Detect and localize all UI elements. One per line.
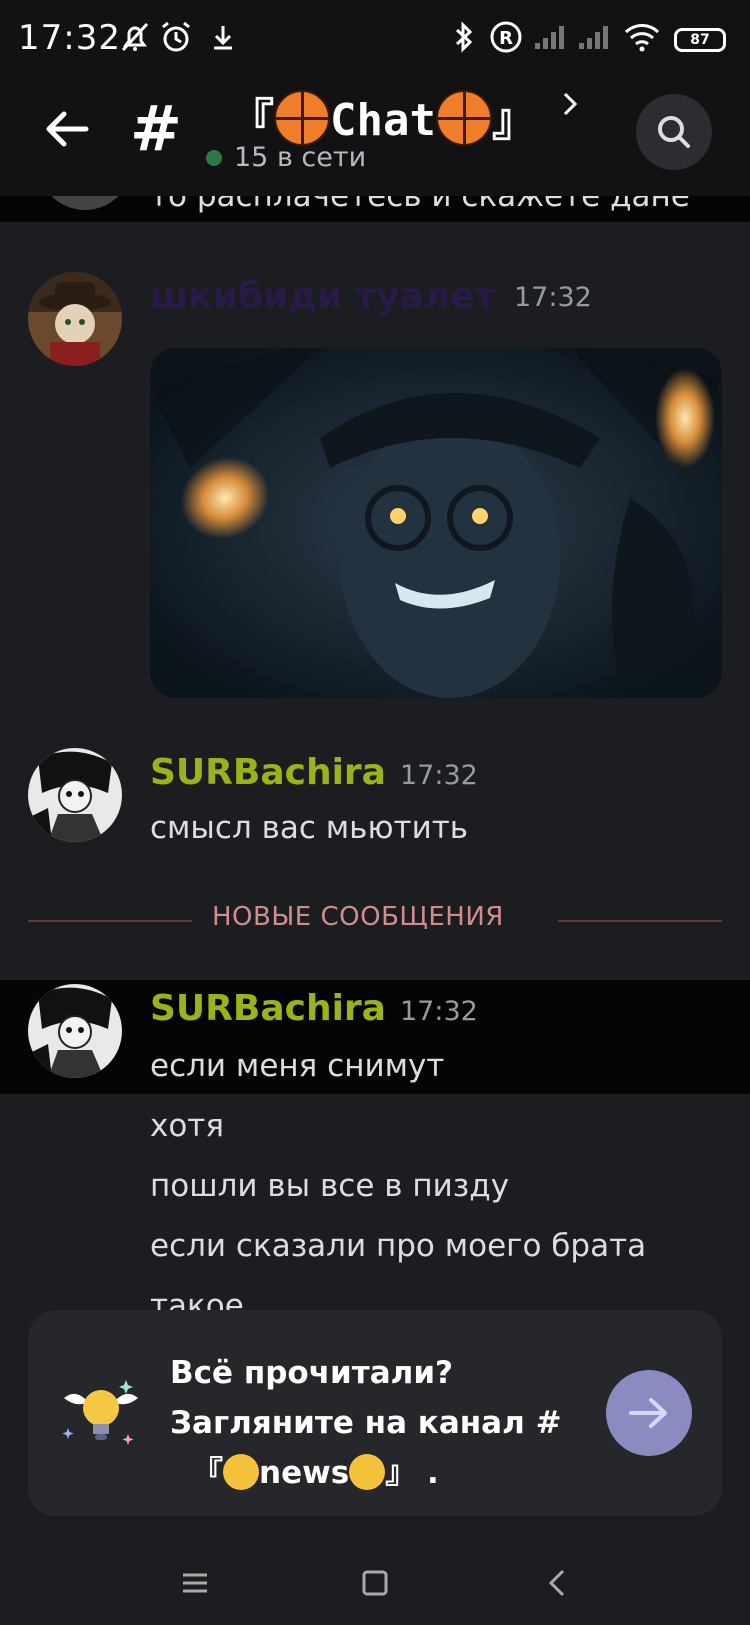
arrow-right-icon	[629, 1398, 667, 1428]
jump-line-1: Всё прочитали?	[170, 1355, 454, 1391]
jump-to-channel-card[interactable]: Всё прочитали? Загляните на канал # 『 new…	[28, 1310, 722, 1516]
arrow-left-icon	[46, 111, 89, 147]
bluetooth-icon	[452, 20, 476, 54]
menu-icon[interactable]	[170, 1558, 220, 1608]
message-text: если меня снимут	[150, 1048, 445, 1084]
download-icon	[208, 20, 238, 54]
message-text: если сказали про моего брата	[150, 1228, 647, 1264]
message-timestamp: 17:32	[514, 282, 592, 313]
wifi-icon	[622, 20, 662, 54]
message-text: смысл вас мьютить	[150, 810, 469, 846]
message-text: то расплачетесь и скажете дане	[150, 196, 690, 214]
avatar-manga[interactable]	[28, 748, 122, 842]
channel-header: # 『 Chat 』 15 в сети	[0, 84, 750, 196]
message-username[interactable]: SURBachira	[150, 988, 386, 1029]
search-icon	[658, 116, 690, 148]
message-username[interactable]: SURBachira	[150, 752, 386, 793]
jump-line-3: 『 news 』 .	[170, 1448, 562, 1498]
status-time: 17:32	[18, 18, 121, 58]
back-triangle-icon[interactable]	[532, 1558, 582, 1608]
jump-button[interactable]	[606, 1370, 692, 1456]
jump-card-text: Всё прочитали? Загляните на канал # 『 new…	[170, 1348, 562, 1498]
svg-text:R: R	[499, 28, 513, 49]
avatar-manga[interactable]	[28, 984, 122, 1078]
signal-icon	[532, 20, 568, 54]
exploding-head-emoji-icon	[223, 1453, 259, 1490]
registered-icon: R	[488, 20, 524, 54]
avatar-cat[interactable]	[28, 272, 122, 366]
back-button[interactable]	[36, 98, 98, 160]
title-bracket-left: 『	[230, 95, 274, 146]
message-timestamp: 17:32	[400, 996, 478, 1027]
bracket-left: 『	[192, 1455, 223, 1491]
message-image[interactable]	[150, 348, 722, 698]
home-square-icon[interactable]	[350, 1558, 400, 1608]
message-text: пошли вы все в пизду	[150, 1168, 510, 1204]
signal-icon-2	[576, 20, 612, 54]
basketball-icon	[435, 90, 492, 146]
search-button[interactable]	[636, 94, 712, 170]
new-messages-divider: НОВЫЕ СООБЩЕНИЯ	[212, 902, 504, 932]
online-count: 15 в сети	[206, 142, 366, 173]
new-messages-divider-line	[558, 920, 722, 922]
new-messages-divider-line	[28, 920, 192, 922]
message-timestamp: 17:32	[400, 760, 478, 791]
bell-off-icon	[118, 20, 152, 54]
astonished-emoji-icon	[349, 1453, 386, 1490]
battery-indicator: 87	[674, 28, 726, 52]
online-dot-icon	[206, 149, 222, 166]
alarm-icon	[158, 20, 194, 54]
channel-title[interactable]: 『 Chat 』	[230, 84, 536, 148]
channel-name: news	[259, 1455, 350, 1491]
online-text: 15 в сети	[234, 142, 367, 173]
title-bracket-right: 』	[491, 95, 536, 146]
message-text: хотя	[150, 1108, 225, 1144]
status-bar: 17:32 R 87	[0, 0, 750, 84]
message-list[interactable]: то расплачетесь и скажете дане шкибиди т…	[0, 196, 750, 1316]
bracket-right: 』 .	[385, 1455, 439, 1491]
message-username[interactable]: шкибиди туалет	[150, 276, 495, 317]
lightbulb-wings-icon	[56, 1368, 146, 1458]
basketball-icon	[274, 90, 330, 146]
title-text: Chat	[330, 95, 436, 146]
system-nav-bar	[0, 1548, 750, 1625]
chevron-right-icon[interactable]	[558, 90, 588, 120]
hash-icon: #	[130, 92, 182, 165]
jump-line-2: Загляните на канал #	[170, 1405, 562, 1441]
